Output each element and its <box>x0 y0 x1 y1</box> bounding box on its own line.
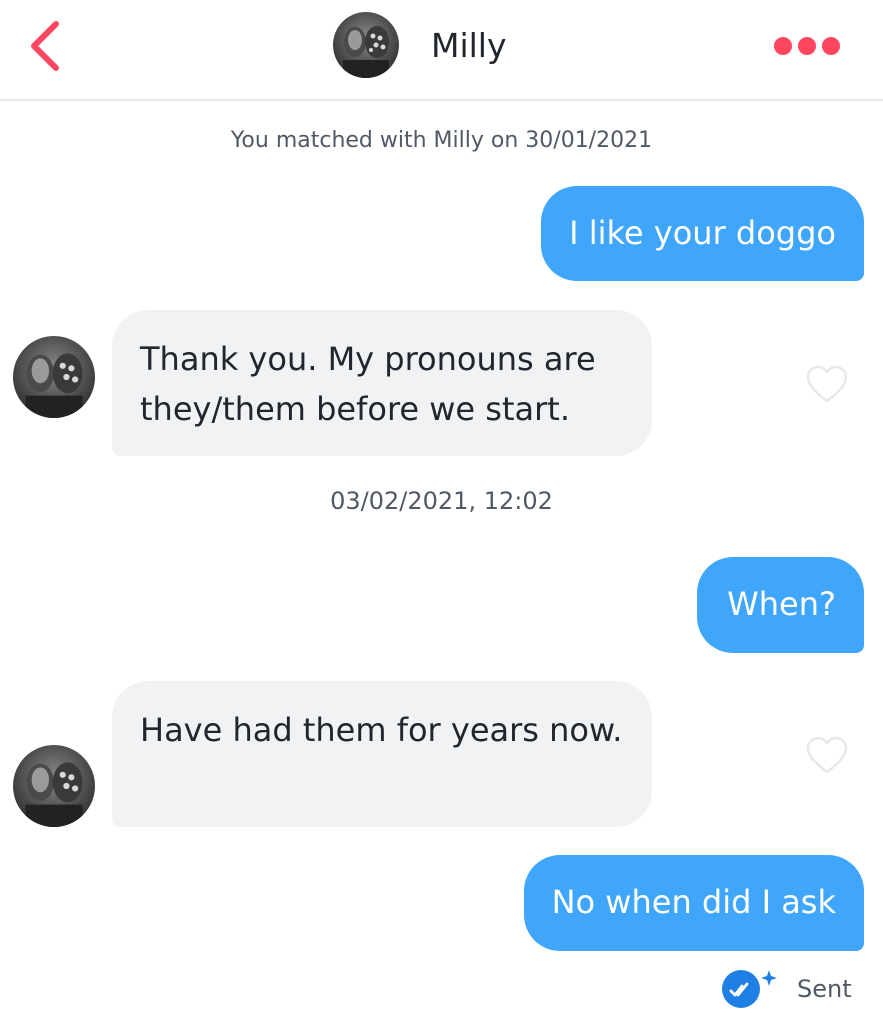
match-note: You matched with Milly on 30/01/2021 <box>230 128 653 153</box>
message-timestamp: 03/02/2021, 12:02 <box>330 487 553 515</box>
chevron-left-icon <box>31 21 59 71</box>
sent-status-label: Sent <box>797 975 852 1003</box>
heart-outline-icon <box>806 736 848 774</box>
ellipsis-dot <box>798 37 816 55</box>
sent-message[interactable]: No when did I ask <box>523 855 864 951</box>
sent-status-indicator <box>721 968 779 1010</box>
more-options-button[interactable] <box>768 28 848 64</box>
back-button[interactable] <box>20 18 76 74</box>
sent-message[interactable]: I like your doggo <box>541 186 864 281</box>
profile-photo <box>13 336 95 418</box>
ellipsis-dot <box>822 37 840 55</box>
profile-photo <box>13 745 95 827</box>
sent-message[interactable]: When? <box>697 557 864 653</box>
profile-photo <box>333 12 399 78</box>
contact-name[interactable]: Milly <box>431 24 507 68</box>
heart-outline-icon <box>806 365 848 403</box>
contact-avatar[interactable] <box>13 745 95 827</box>
like-button[interactable] <box>805 364 849 404</box>
header-avatar[interactable] <box>333 12 399 78</box>
received-message[interactable]: Have had them for years now. <box>112 681 652 827</box>
received-message[interactable]: Thank you. My pronouns are they/them bef… <box>112 310 652 456</box>
like-button[interactable] <box>805 735 849 775</box>
ellipsis-icon <box>774 37 792 55</box>
contact-avatar[interactable] <box>13 336 95 418</box>
chat-header: Milly <box>0 0 883 101</box>
double-check-sparkle-icon <box>722 970 777 1008</box>
